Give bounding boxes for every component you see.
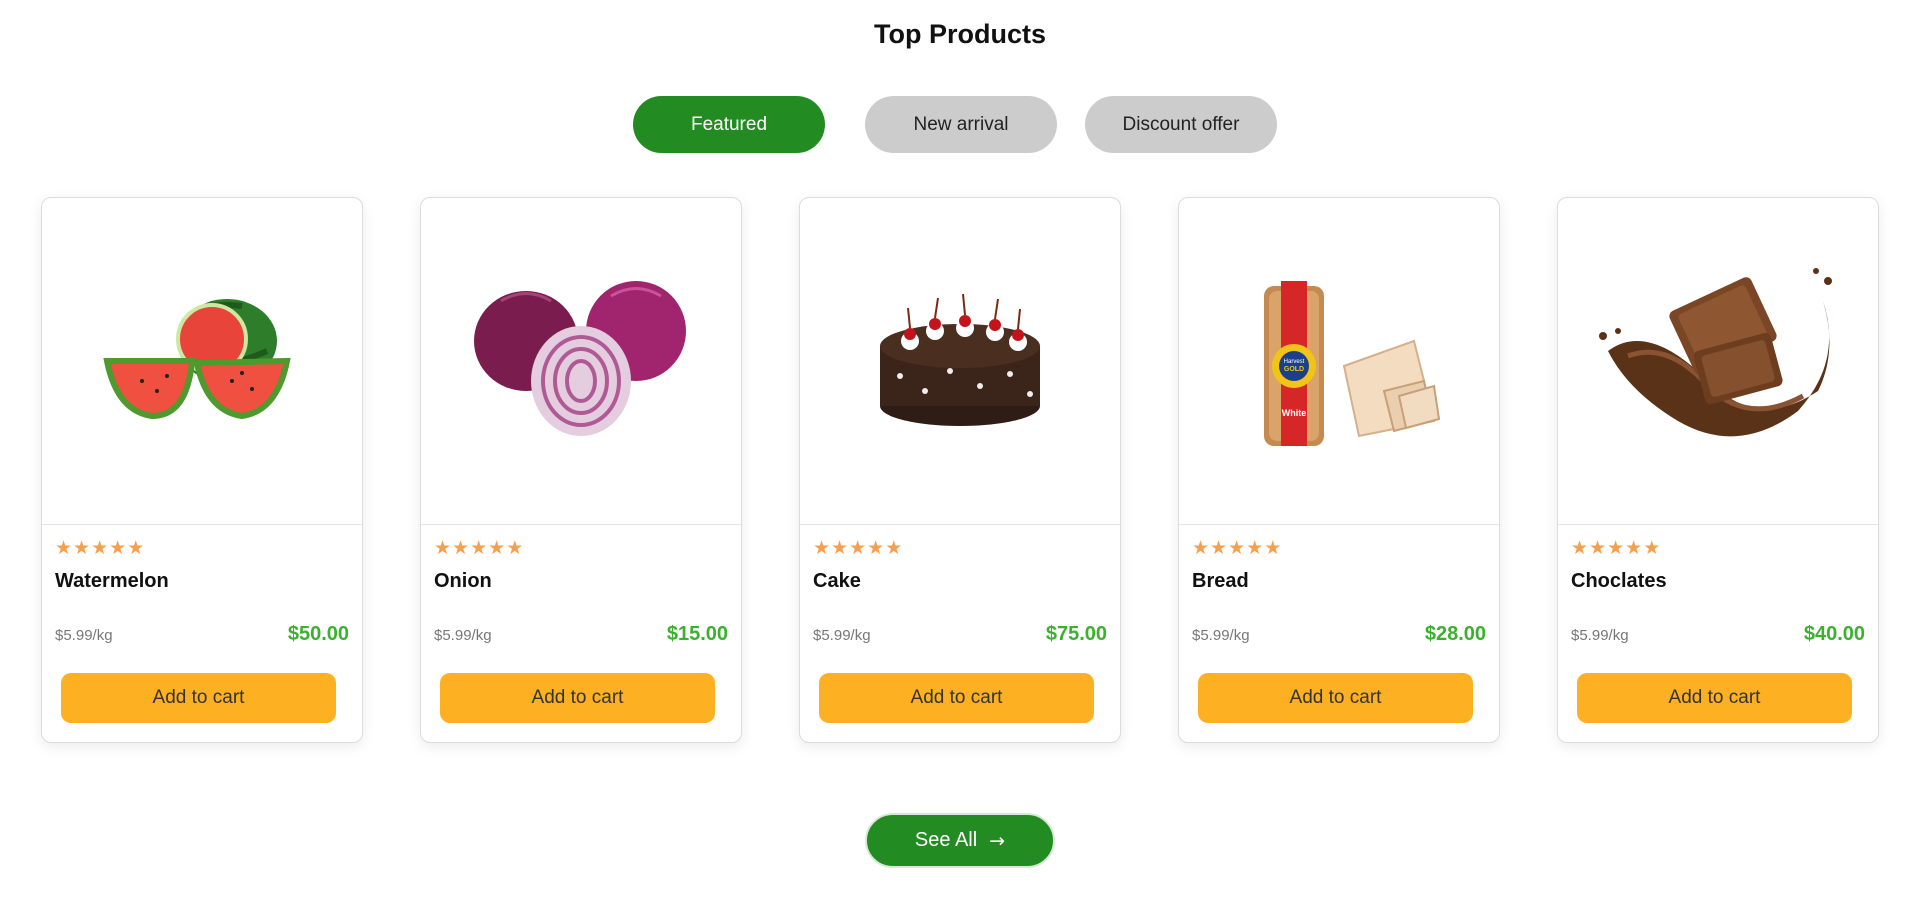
- star-icon: ★: [91, 537, 109, 559]
- section-title: Top Products: [874, 19, 1046, 49]
- cake-image[interactable]: [800, 198, 1120, 525]
- star-icon: ★: [885, 537, 903, 559]
- bread-brand-subtext: GOLD: [1284, 366, 1304, 373]
- arrow-right-icon: →: [989, 829, 1006, 852]
- unit-price: $5.99/kg: [1192, 627, 1250, 644]
- see-all-button[interactable]: See All →: [865, 813, 1055, 868]
- product-grid: ★ ★ ★ ★ ★ Watermelon $5.99/kg $50.00 Add…: [41, 197, 1879, 743]
- product-price: $75.00: [1045, 623, 1107, 645]
- star-icon: ★: [55, 537, 73, 559]
- chocolate-image[interactable]: [1558, 198, 1878, 525]
- star-icon: ★: [506, 537, 524, 559]
- product-card[interactable]: ★ ★ ★ ★ ★ Cake $5.99/kg $75.00 Add to ca…: [799, 197, 1121, 743]
- star-icon: ★: [434, 537, 452, 559]
- product-price: $15.00: [666, 623, 728, 645]
- star-icon: ★: [849, 537, 867, 559]
- bread-image[interactable]: Harvest GOLD White: [1179, 198, 1499, 525]
- product-name: Watermelon: [55, 570, 169, 592]
- add-to-cart-button[interactable]: Add to cart: [819, 673, 1094, 723]
- star-icon: ★: [1625, 537, 1643, 559]
- add-to-cart-button[interactable]: Add to cart: [61, 673, 336, 723]
- star-icon: ★: [470, 537, 488, 559]
- tab-discount-offer[interactable]: Discount offer: [1085, 96, 1277, 153]
- bread-brand-text: Harvest: [1284, 359, 1305, 365]
- add-to-cart-button[interactable]: Add to cart: [1577, 673, 1852, 723]
- star-icon: ★: [1210, 537, 1228, 559]
- star-icon: ★: [1228, 537, 1246, 559]
- star-icon: ★: [127, 537, 145, 559]
- star-icon: ★: [1246, 537, 1264, 559]
- star-icon: ★: [813, 537, 831, 559]
- bread-type-text: White: [1282, 408, 1307, 418]
- star-icon: ★: [1607, 537, 1625, 559]
- product-card[interactable]: ★ ★ ★ ★ ★ Choclates $5.99/kg $40.00 Add …: [1557, 197, 1879, 743]
- rating-stars: ★ ★ ★ ★ ★: [1192, 538, 1281, 558]
- tab-new-arrival[interactable]: New arrival: [865, 96, 1057, 153]
- product-card[interactable]: ★ ★ ★ ★ ★ Onion $5.99/kg $15.00 Add to c…: [420, 197, 742, 743]
- rating-stars: ★ ★ ★ ★ ★: [813, 538, 902, 558]
- product-tabs: Featured New arrival Discount offer: [633, 96, 1277, 153]
- product-card[interactable]: ★ ★ ★ ★ ★ Watermelon $5.99/kg $50.00 Add…: [41, 197, 363, 743]
- star-icon: ★: [1643, 537, 1661, 559]
- product-price: $50.00: [287, 623, 349, 645]
- star-icon: ★: [1264, 537, 1282, 559]
- unit-price: $5.99/kg: [55, 627, 113, 644]
- star-icon: ★: [867, 537, 885, 559]
- tab-featured[interactable]: Featured: [633, 96, 825, 153]
- rating-stars: ★ ★ ★ ★ ★: [434, 538, 523, 558]
- product-name: Bread: [1192, 570, 1249, 592]
- rating-stars: ★ ★ ★ ★ ★: [1571, 538, 1660, 558]
- see-all-label: See All: [914, 829, 978, 851]
- star-icon: ★: [452, 537, 470, 559]
- star-icon: ★: [73, 537, 91, 559]
- product-price: $28.00: [1424, 623, 1486, 645]
- star-icon: ★: [109, 537, 127, 559]
- product-price: $40.00: [1803, 623, 1865, 645]
- unit-price: $5.99/kg: [1571, 627, 1629, 644]
- star-icon: ★: [1571, 537, 1589, 559]
- product-name: Choclates: [1571, 570, 1667, 592]
- add-to-cart-button[interactable]: Add to cart: [440, 673, 715, 723]
- star-icon: ★: [1192, 537, 1210, 559]
- star-icon: ★: [488, 537, 506, 559]
- watermelon-image[interactable]: [42, 198, 362, 525]
- onion-image[interactable]: [421, 198, 741, 525]
- unit-price: $5.99/kg: [813, 627, 871, 644]
- add-to-cart-button[interactable]: Add to cart: [1198, 673, 1473, 723]
- product-name: Cake: [813, 570, 861, 592]
- product-card[interactable]: Harvest GOLD White ★ ★ ★ ★ ★ Bread $5.99…: [1178, 197, 1500, 743]
- product-name: Onion: [434, 570, 492, 592]
- star-icon: ★: [1589, 537, 1607, 559]
- unit-price: $5.99/kg: [434, 627, 492, 644]
- rating-stars: ★ ★ ★ ★ ★: [55, 538, 144, 558]
- star-icon: ★: [831, 537, 849, 559]
